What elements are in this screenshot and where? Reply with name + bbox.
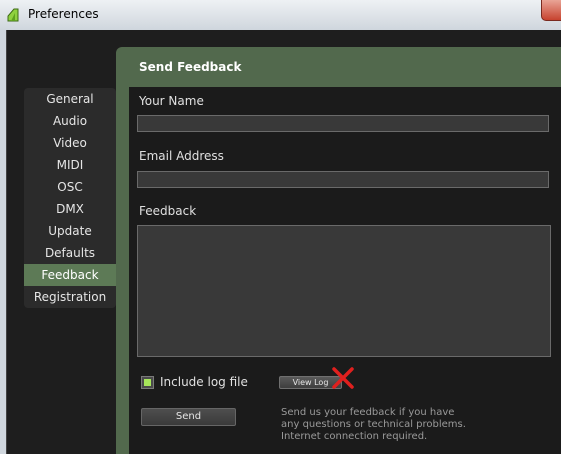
panel-title: Send Feedback — [139, 60, 242, 74]
sidebar-item-general[interactable]: General — [24, 88, 116, 110]
sidebar-item-registration[interactable]: Registration — [24, 286, 116, 308]
sidebar-item-audio[interactable]: Audio — [24, 110, 116, 132]
sidebar-item-midi[interactable]: MIDI — [24, 154, 116, 176]
email-label: Email Address — [139, 149, 224, 163]
email-field[interactable] — [137, 171, 549, 188]
sidebar-item-osc[interactable]: OSC — [24, 176, 116, 198]
feedback-textarea[interactable] — [137, 225, 551, 357]
close-button[interactable] — [541, 0, 561, 21]
help-text-line: any questions or technical problems. — [281, 419, 466, 430]
sidebar-item-video[interactable]: Video — [24, 132, 116, 154]
help-text-line: Send us your feedback if you have — [281, 407, 455, 418]
help-text-line: Internet connection required. — [281, 431, 428, 442]
sidebar-item-dmx[interactable]: DMX — [24, 198, 116, 220]
window-title: Preferences — [28, 7, 99, 21]
name-label: Your Name — [139, 94, 204, 108]
help-text: Send us your feedback if you have any qu… — [281, 407, 501, 443]
sidebar-item-defaults[interactable]: Defaults — [24, 242, 116, 264]
include-log-label: Include log file — [160, 375, 248, 389]
checkbox-checked-indicator — [144, 379, 151, 386]
red-x-annotation-icon — [332, 367, 354, 389]
title-bar: Preferences — [0, 0, 561, 31]
app-logo-icon — [7, 8, 19, 22]
sidebar-item-feedback[interactable]: Feedback — [24, 264, 116, 286]
name-field[interactable] — [137, 115, 549, 132]
send-button[interactable]: Send — [141, 408, 236, 426]
include-log-checkbox[interactable] — [141, 376, 154, 389]
feedback-label: Feedback — [139, 204, 197, 218]
sidebar: General Audio Video MIDI OSC DMX Update … — [24, 88, 116, 308]
sidebar-item-update[interactable]: Update — [24, 220, 116, 242]
